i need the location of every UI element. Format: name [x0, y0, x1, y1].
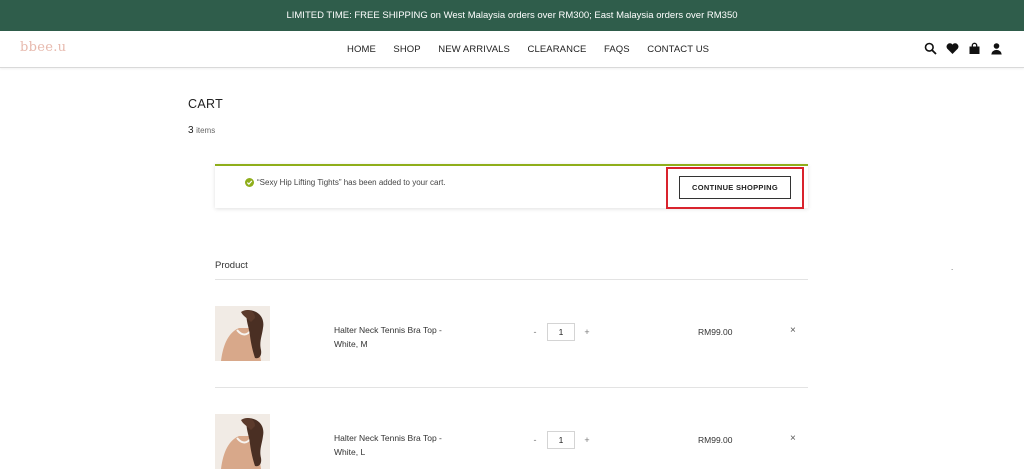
remove-item-button[interactable]: ×	[790, 325, 796, 336]
items-count: 3 items	[188, 125, 215, 136]
remove-item-button[interactable]: ×	[790, 433, 796, 444]
items-count-label: items	[196, 126, 216, 135]
item-price: RM99.00	[698, 435, 733, 445]
shopping-bag-icon[interactable]	[968, 42, 981, 55]
check-circle-icon	[245, 178, 254, 187]
table-row: Halter Neck Tennis Bra Top - White, M - …	[215, 306, 808, 366]
notice-message: “Sexy Hip Lifting Tights” has been added…	[257, 178, 446, 187]
increase-quantity-button[interactable]: +	[581, 327, 593, 337]
logo[interactable]: bbee.u	[20, 40, 66, 55]
main-nav: HOME SHOP NEW ARRIVALS CLEARANCE FAQS CO…	[347, 31, 709, 67]
decrease-quantity-button[interactable]: -	[529, 327, 541, 337]
item-price: RM99.00	[698, 327, 733, 337]
product-column-header: Product	[215, 260, 248, 271]
continue-shopping-button[interactable]: CONTINUE SHOPPING	[679, 176, 791, 199]
header-icons	[924, 42, 1003, 55]
decrease-quantity-button[interactable]: -	[529, 435, 541, 445]
product-name-link[interactable]: Halter Neck Tennis Bra Top - White, L	[334, 431, 464, 459]
search-icon[interactable]	[924, 42, 937, 55]
table-row: Halter Neck Tennis Bra Top - White, L - …	[215, 414, 808, 472]
quantity-stepper: - 1 +	[529, 431, 593, 449]
page-title: CART	[188, 97, 224, 111]
nav-faqs[interactable]: FAQS	[604, 44, 630, 55]
quantity-input[interactable]: 1	[547, 431, 575, 449]
announcement-text: LIMITED TIME: FREE SHIPPING on West Mala…	[286, 10, 738, 21]
table-divider	[215, 279, 808, 280]
product-thumbnail[interactable]	[215, 306, 270, 361]
nav-shop[interactable]: SHOP	[393, 44, 420, 55]
user-icon[interactable]	[990, 42, 1003, 55]
increase-quantity-button[interactable]: +	[581, 435, 593, 445]
nav-new-arrivals[interactable]: NEW ARRIVALS	[438, 44, 510, 55]
table-divider	[215, 387, 808, 388]
nav-contact-us[interactable]: CONTACT US	[647, 44, 709, 55]
nav-clearance[interactable]: CLEARANCE	[528, 44, 587, 55]
product-name-link[interactable]: Halter Neck Tennis Bra Top - White, M	[334, 323, 464, 351]
added-to-cart-notice: “Sexy Hip Lifting Tights” has been added…	[215, 164, 808, 209]
nav-home[interactable]: HOME	[347, 44, 376, 55]
heart-icon[interactable]	[946, 42, 959, 55]
stray-dot: .	[951, 263, 954, 272]
announcement-bar: LIMITED TIME: FREE SHIPPING on West Mala…	[0, 0, 1024, 31]
site-header: bbee.u HOME SHOP NEW ARRIVALS CLEARANCE …	[0, 31, 1024, 68]
product-thumbnail[interactable]	[215, 414, 270, 469]
quantity-stepper: - 1 +	[529, 323, 593, 341]
quantity-input[interactable]: 1	[547, 323, 575, 341]
items-count-number: 3	[188, 125, 194, 136]
